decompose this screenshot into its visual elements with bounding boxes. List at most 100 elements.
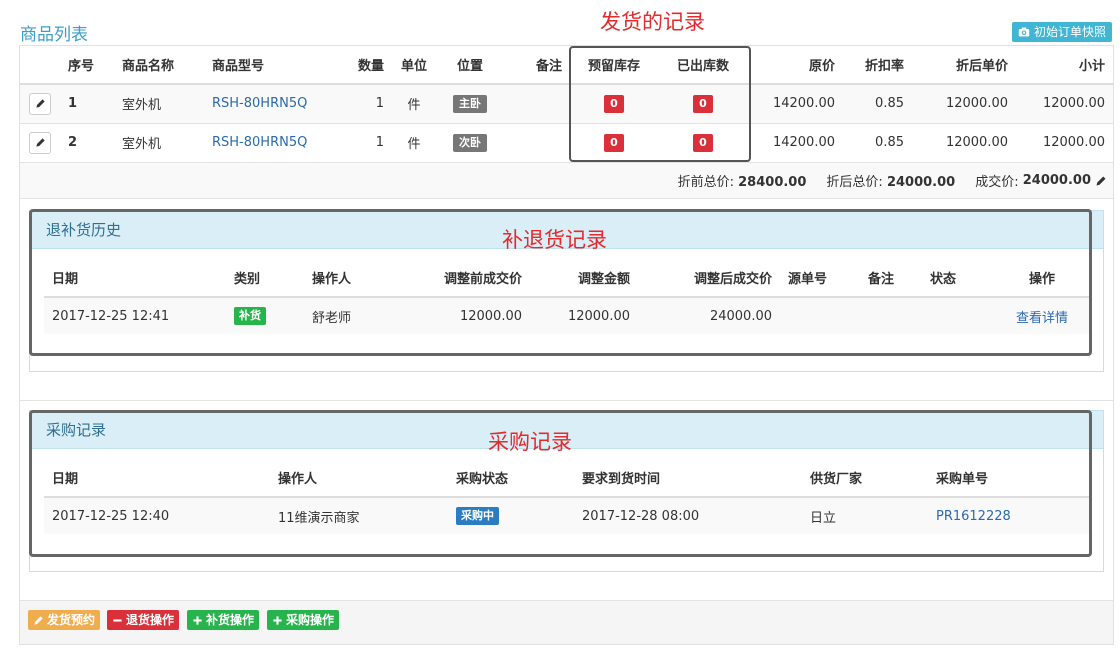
col-location: 位置 <box>436 46 504 85</box>
row-note <box>504 123 570 163</box>
pencil-icon <box>34 615 43 625</box>
col-reserved: 预留库存 <box>570 46 658 85</box>
col-date: 日期 <box>44 459 270 498</box>
edit-deal-price-icon[interactable] <box>1095 175 1107 187</box>
shipped-badge: 0 <box>693 94 713 113</box>
order-snapshot-button[interactable]: 初始订单快照 <box>1011 22 1112 42</box>
total-before: 折前总价: 28400.00 <box>677 175 807 190</box>
total-after: 折后总价: 24000.00 <box>826 175 956 190</box>
reserved-badge: 0 <box>604 94 624 113</box>
row-qty: 1 <box>336 84 392 124</box>
col-note: 备注 <box>860 259 922 298</box>
plus-icon <box>193 615 202 625</box>
row-name: 室外机 <box>114 123 204 163</box>
row-unit-after: 12000.00 <box>912 84 1016 124</box>
col-unit-after: 折后单价 <box>912 46 1016 85</box>
total-deal: 成交价: 24000.00 <box>975 171 1107 190</box>
row-unit: 件 <box>392 84 436 124</box>
return-note <box>860 297 922 334</box>
purchase-status-badge: 采购中 <box>456 507 499 525</box>
purchase-date: 2017-12-25 12:40 <box>44 497 270 534</box>
reserved-badge: 0 <box>604 133 624 152</box>
action-footer <box>20 600 1113 644</box>
col-purchase-status: 采购状态 <box>448 459 574 498</box>
purchase-operation-button[interactable]: 采购操作 <box>267 610 340 630</box>
ship-booking-button[interactable]: 发货预约 <box>28 610 101 630</box>
purchase-header-row: 日期 操作人 采购状态 要求到货时间 供货厂家 采购单号 <box>44 459 1090 498</box>
edit-row-button[interactable] <box>29 92 51 115</box>
return-type-badge: 补货 <box>234 307 266 325</box>
purchase-records-table: 日期 操作人 采购状态 要求到货时间 供货厂家 采购单号 2017-12-25 … <box>44 459 1090 534</box>
row-subtotal: 12000.00 <box>1016 84 1113 124</box>
purchase-order-link[interactable]: PR1612228 <box>936 509 1011 524</box>
table-row: 1 室外机 RSH-80HRN5Q 1 件 主卧 0 0 14200.00 0.… <box>20 84 1113 124</box>
goods-table: 序号 商品名称 商品型号 数量 单位 位置 备注 预留库存 已出库数 原价 折扣… <box>20 46 1113 163</box>
annotation-purchase: 采购记录 <box>488 430 572 454</box>
table-row: 2 室外机 RSH-80HRN5Q 1 件 次卧 0 0 14200.00 0.… <box>20 123 1113 163</box>
col-note: 备注 <box>504 46 570 85</box>
annotation-return-restock: 补退货记录 <box>502 228 607 252</box>
col-qty: 数量 <box>336 46 392 85</box>
col-operator: 操作人 <box>270 459 448 498</box>
row-discount: 0.85 <box>843 84 912 124</box>
col-name: 商品名称 <box>114 46 204 85</box>
return-header-row: 日期 类别 操作人 调整前成交价 调整金额 调整后成交价 源单号 备注 状态 操… <box>44 259 1090 298</box>
col-source: 源单号 <box>780 259 860 298</box>
row-note <box>504 84 570 124</box>
shipped-badge: 0 <box>693 133 713 152</box>
row-name: 室外机 <box>114 84 204 124</box>
row-model-link[interactable]: RSH-80HRN5Q <box>212 135 307 150</box>
order-snapshot-label: 初始订单快照 <box>1033 25 1106 39</box>
col-index: 序号 <box>60 46 114 85</box>
edit-row-button[interactable] <box>29 131 51 154</box>
col-required-time: 要求到货时间 <box>574 459 802 498</box>
col-operator: 操作人 <box>304 259 410 298</box>
col-order-no: 采购单号 <box>928 459 1090 498</box>
return-amount: 12000.00 <box>530 297 638 334</box>
section-divider <box>20 400 1113 401</box>
col-model: 商品型号 <box>204 46 336 85</box>
return-before: 12000.00 <box>410 297 530 334</box>
row-model-link[interactable]: RSH-80HRN5Q <box>212 96 307 111</box>
col-subtotal: 小计 <box>1016 46 1113 85</box>
row-subtotal: 12000.00 <box>1016 123 1113 163</box>
row-price: 14200.00 <box>748 123 843 163</box>
return-after: 24000.00 <box>638 297 780 334</box>
col-price: 原价 <box>748 46 843 85</box>
return-date: 2017-12-25 12:41 <box>44 297 226 334</box>
col-supplier: 供货厂家 <box>802 459 928 498</box>
return-operator: 舒老师 <box>304 297 410 334</box>
restock-operation-button[interactable]: 补货操作 <box>187 610 260 630</box>
plus-icon <box>273 615 282 625</box>
minus-icon <box>113 618 122 622</box>
purchase-required-time: 2017-12-28 08:00 <box>574 497 802 534</box>
pencil-icon <box>35 99 45 108</box>
col-discount: 折扣率 <box>843 46 912 85</box>
row-index: 2 <box>68 135 78 150</box>
annotation-shipping: 发货的记录 <box>600 10 705 34</box>
page-title: 商品列表 <box>20 25 88 45</box>
col-unit: 单位 <box>392 46 436 85</box>
location-badge: 主卧 <box>453 94 487 113</box>
totals-bar: 折前总价: 28400.00 折后总价: 24000.00 成交价: 24000… <box>20 163 1113 199</box>
view-details-link[interactable]: 查看详情 <box>1016 311 1068 326</box>
col-before: 调整前成交价 <box>410 259 530 298</box>
table-row: 2017-12-25 12:40 11维演示商家 采购中 2017-12-28 … <box>44 497 1090 534</box>
col-status: 状态 <box>922 259 994 298</box>
col-amount: 调整金额 <box>530 259 638 298</box>
row-price: 14200.00 <box>748 84 843 124</box>
row-unit: 件 <box>392 123 436 163</box>
camera-icon <box>1018 27 1030 37</box>
return-operation-button[interactable]: 退货操作 <box>107 610 180 630</box>
return-source <box>780 297 860 334</box>
col-type: 类别 <box>226 259 304 298</box>
row-index: 1 <box>68 96 78 112</box>
purchase-supplier: 日立 <box>802 497 928 534</box>
col-edit <box>20 46 60 85</box>
col-shipped: 已出库数 <box>658 46 748 85</box>
col-action: 操作 <box>994 259 1090 298</box>
return-history-table: 日期 类别 操作人 调整前成交价 调整金额 调整后成交价 源单号 备注 状态 操… <box>44 259 1090 334</box>
row-qty: 1 <box>336 123 392 163</box>
pencil-icon <box>35 138 45 147</box>
row-discount: 0.85 <box>843 123 912 163</box>
